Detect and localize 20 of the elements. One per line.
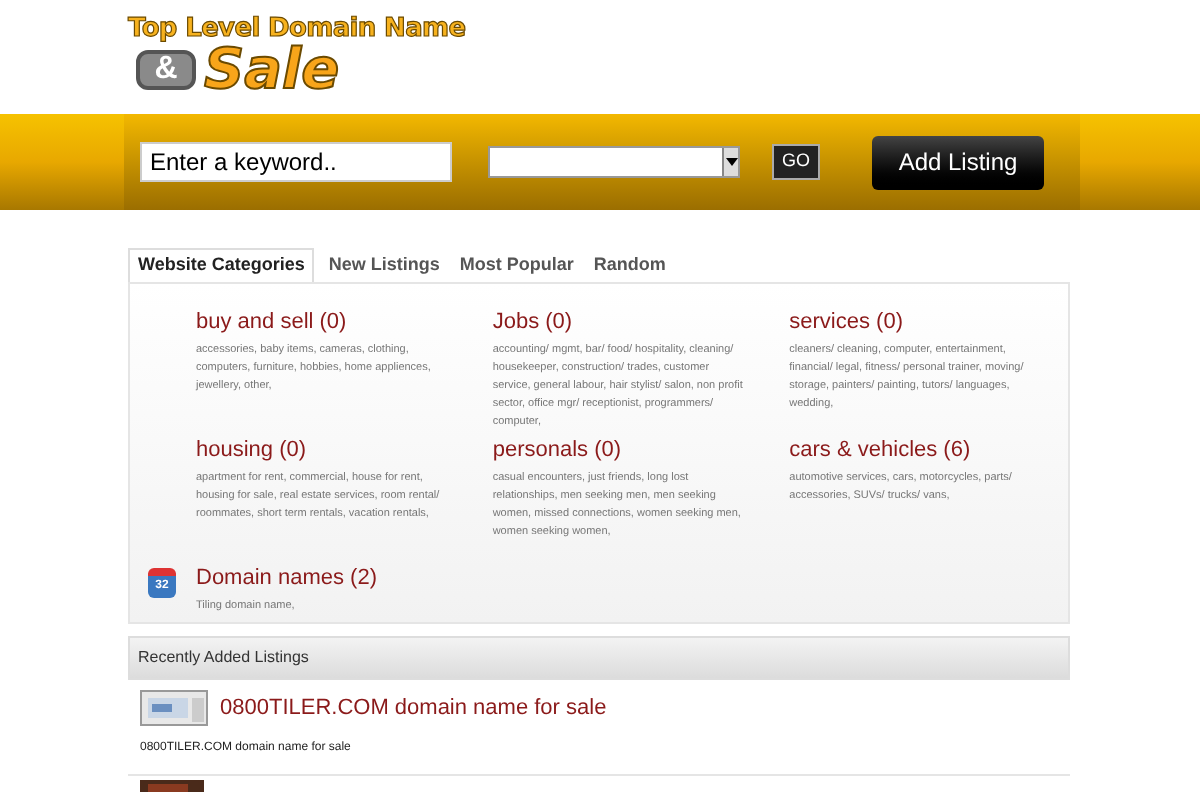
listing-link[interactable]: 0800TILER.COM domain name for sale [220, 691, 607, 725]
category-link[interactable]: housing (0) [196, 436, 307, 464]
category-link[interactable]: Jobs (0) [492, 308, 573, 336]
ampersand-badge: & [136, 50, 196, 90]
go-button[interactable]: GO [772, 144, 820, 180]
add-listing-button[interactable]: Add Listing [872, 135, 1044, 189]
section-heading: Recently Added Listings [138, 646, 309, 670]
category-link[interactable]: services (0) [789, 308, 903, 336]
logo-text: Top Level Domain Name [128, 16, 466, 42]
category-link[interactable]: buy and sell (0) [196, 308, 347, 336]
category-link[interactable]: Domain names (2) [196, 564, 377, 592]
category-link[interactable]: cars & vehicles (6) [789, 436, 971, 464]
tab[interactable]: Website Categories [128, 248, 315, 282]
category-dropdown[interactable] [488, 146, 740, 178]
tab[interactable]: New Listings [322, 248, 446, 282]
keyword-field[interactable]: Enter a keyword.. [140, 142, 452, 182]
tab[interactable]: Random [587, 248, 672, 282]
logo-text: Sale [204, 42, 340, 98]
tab[interactable]: Most Popular [453, 248, 580, 282]
category-link[interactable]: personals (0) [492, 436, 622, 464]
